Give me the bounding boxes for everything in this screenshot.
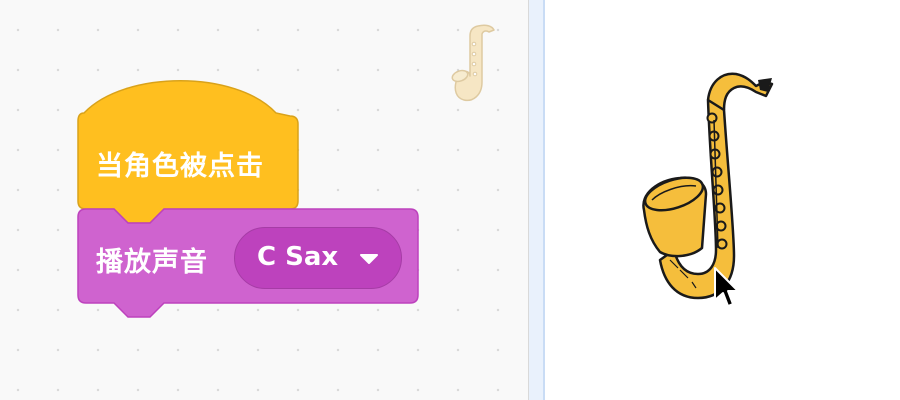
sound-dropdown[interactable]: C Sax	[234, 227, 402, 289]
when-sprite-clicked-label: 当角色被点击	[96, 151, 264, 182]
mouse-pointer-icon	[714, 267, 739, 307]
workspace-scrollbar[interactable]	[529, 0, 543, 400]
saxophone-sprite[interactable]	[630, 60, 790, 310]
script-blocks	[77, 80, 419, 318]
triangle-down-icon	[360, 254, 378, 264]
sound-dropdown-value: C Sax	[257, 242, 339, 272]
play-sound-label: 播放声音	[96, 247, 208, 278]
